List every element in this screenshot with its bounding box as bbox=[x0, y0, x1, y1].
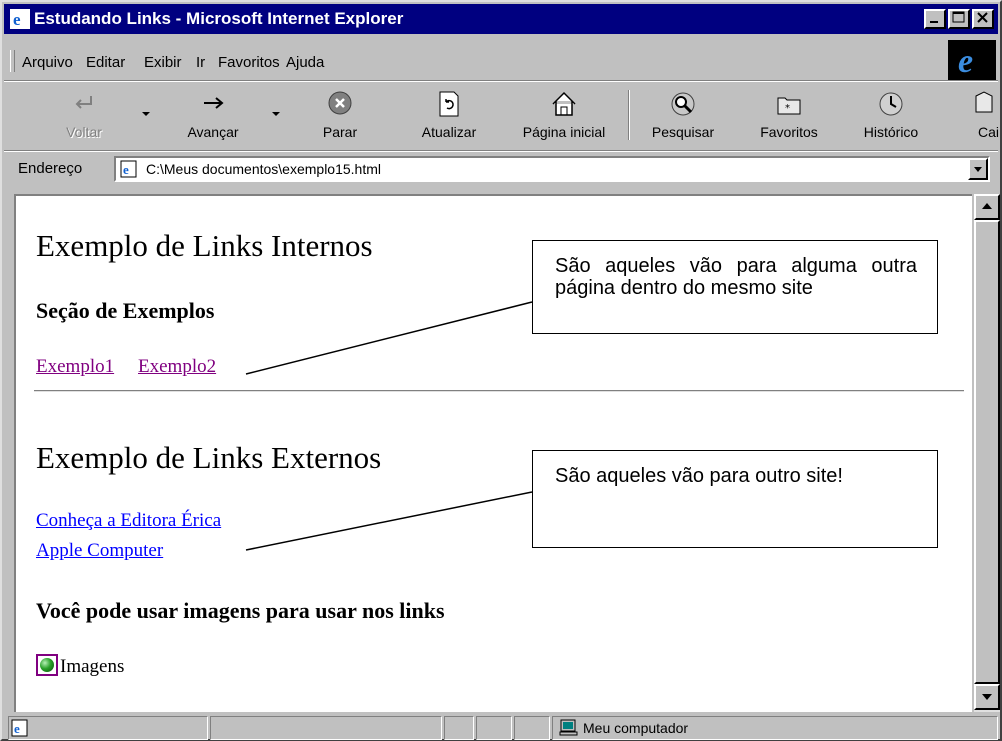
status-pane-1 bbox=[444, 716, 474, 740]
menu-ir[interactable]: Ir bbox=[196, 54, 205, 71]
menu-ajuda[interactable]: Ajuda bbox=[286, 54, 324, 71]
callout-line-internal bbox=[245, 301, 533, 375]
mail-button[interactable]: Cai bbox=[970, 84, 1000, 146]
menu-exibir[interactable]: Exibir bbox=[144, 54, 182, 71]
address-label: Endereço bbox=[18, 160, 83, 177]
title-bar[interactable]: e Estudando Links - Microsoft Internet E… bbox=[4, 4, 998, 34]
address-url: C:\Meus documentos\exemplo15.html bbox=[146, 161, 381, 177]
status-pane-main: e bbox=[8, 716, 208, 740]
address-bar: Endereço e C:\Meus documentos\exemplo15.… bbox=[4, 152, 998, 188]
favorites-icon: * bbox=[777, 97, 801, 115]
menu-arquivo[interactable]: Arquivo bbox=[22, 54, 73, 71]
vertical-scrollbar[interactable] bbox=[974, 194, 1000, 712]
search-icon bbox=[671, 92, 695, 116]
menu-bar: Arquivo Editar Exibir Ir Favoritos Ajuda… bbox=[4, 36, 998, 80]
maximize-icon bbox=[952, 11, 965, 23]
refresh-button[interactable]: Atualizar bbox=[414, 84, 484, 146]
standard-toolbar: Voltar Avançar Parar Atualizar Página in… bbox=[4, 82, 1000, 148]
menu-grip bbox=[10, 50, 15, 72]
history-icon bbox=[879, 92, 903, 116]
address-dropdown-button[interactable] bbox=[968, 158, 988, 180]
home-icon bbox=[552, 91, 576, 116]
ie-logo-icon: e bbox=[958, 43, 973, 80]
close-button[interactable] bbox=[972, 9, 994, 29]
favorites-button[interactable]: * Favoritos bbox=[746, 84, 832, 146]
window-title: Estudando Links - Microsoft Internet Exp… bbox=[34, 9, 404, 28]
back-label: Voltar bbox=[66, 124, 102, 140]
status-pane-2 bbox=[476, 716, 512, 740]
back-button[interactable]: Voltar bbox=[44, 84, 124, 146]
back-dropdown[interactable] bbox=[142, 112, 150, 116]
scroll-down-button[interactable] bbox=[974, 684, 1000, 710]
status-bar: e Meu computador bbox=[4, 714, 998, 740]
toolbar-separator bbox=[628, 90, 630, 140]
minimize-button[interactable] bbox=[924, 9, 946, 29]
history-button[interactable]: Histórico bbox=[848, 84, 934, 146]
home-label: Página inicial bbox=[522, 124, 606, 140]
svg-text:e: e bbox=[123, 162, 129, 177]
forward-button[interactable]: Avançar bbox=[170, 84, 256, 146]
home-button[interactable]: Página inicial bbox=[508, 84, 620, 146]
status-zone-text: Meu computador bbox=[583, 720, 689, 736]
callout-line-external bbox=[245, 491, 533, 551]
callout-internal-links: São aqueles vão para alguma outra página… bbox=[532, 240, 938, 334]
status-pane-progress bbox=[210, 716, 442, 740]
close-icon bbox=[977, 12, 988, 23]
page-content: Exemplo de Links Internos Seção de Exemp… bbox=[14, 194, 972, 712]
scroll-up-button[interactable] bbox=[974, 194, 1000, 220]
browser-window: e Estudando Links - Microsoft Internet E… bbox=[0, 0, 1002, 741]
refresh-label: Atualizar bbox=[421, 124, 477, 140]
stop-label: Parar bbox=[322, 124, 358, 140]
favorites-label: Favoritos bbox=[760, 124, 818, 140]
forward-arrow-icon bbox=[204, 97, 224, 109]
menu-favoritos[interactable]: Favoritos bbox=[218, 54, 280, 71]
stop-button[interactable]: Parar bbox=[310, 84, 370, 146]
ie-icon: e bbox=[10, 9, 30, 29]
page-icon: e bbox=[120, 160, 137, 178]
stop-icon bbox=[328, 91, 352, 115]
forward-label: Avançar bbox=[187, 124, 239, 140]
svg-text:*: * bbox=[785, 103, 790, 114]
status-page-icon: e bbox=[11, 719, 28, 737]
minimize-icon bbox=[930, 21, 938, 23]
forward-dropdown[interactable] bbox=[272, 112, 280, 116]
menu-editar[interactable]: Editar bbox=[86, 54, 125, 71]
search-button[interactable]: Pesquisar bbox=[640, 84, 726, 146]
scroll-thumb[interactable] bbox=[974, 220, 1000, 684]
svg-text:e: e bbox=[13, 10, 21, 29]
search-label: Pesquisar bbox=[651, 124, 715, 140]
address-input[interactable]: e C:\Meus documentos\exemplo15.html bbox=[114, 156, 990, 182]
status-pane-3 bbox=[514, 716, 550, 740]
refresh-icon bbox=[439, 91, 459, 117]
maximize-button[interactable] bbox=[948, 9, 970, 29]
back-arrow-icon bbox=[75, 96, 92, 109]
mail-icon bbox=[975, 91, 993, 113]
callout-external-links: São aqueles vão para outro site! bbox=[532, 450, 938, 548]
status-pane-zone: Meu computador bbox=[552, 716, 998, 740]
svg-text:e: e bbox=[14, 721, 20, 736]
svg-text:e: e bbox=[958, 43, 973, 80]
computer-icon bbox=[559, 719, 578, 736]
ie-throbber-logo: e bbox=[948, 40, 996, 80]
mail-label: Cai bbox=[978, 124, 1000, 140]
history-label: Histórico bbox=[863, 124, 919, 140]
